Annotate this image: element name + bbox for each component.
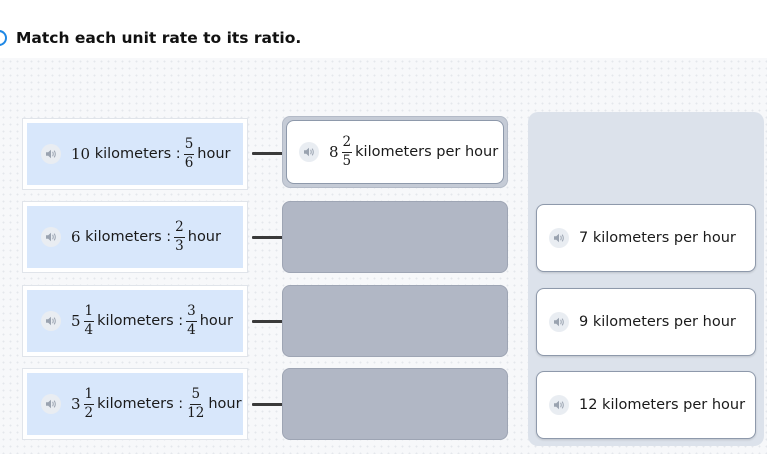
connector-line-3 [252,320,284,323]
answer-label: 12 kilometers per hour [579,397,746,413]
distance-whole: 3 [71,395,81,413]
rate-unit: kilometers per hour [355,144,499,160]
rate-whole: 8 [329,143,339,161]
distance-fraction: 12 [83,387,95,421]
time-denominator: 4 [187,321,196,338]
time-numerator: 5 [183,137,195,155]
ratio-card-1: 10 kilometers : 56 hour [22,118,248,190]
distance-unit: kilometers : [97,396,184,412]
time-numerator: 5 [190,387,202,405]
ratio-card-frame: 5 14 kilometers : 34 hour [22,285,248,357]
distance-numerator: 1 [83,304,95,322]
drop-slot-1[interactable]: 8 25 kilometers per hour [282,116,508,188]
speaker-icon[interactable] [41,227,61,247]
answer-card-12[interactable]: 12 kilometers per hour [536,371,756,439]
time-denominator: 6 [184,154,194,171]
time-numerator: 2 [174,220,185,238]
time-unit: hour [197,146,231,162]
time-fraction: 56 [183,137,195,171]
answer-card-9[interactable]: 9 kilometers per hour [536,288,756,356]
rate-denominator: 5 [342,152,352,169]
time-unit: hour [199,313,233,329]
distance-whole: 6 [71,228,81,246]
ratio-card-frame: 3 12 kilometers : 5 12 hour [22,368,248,440]
distance-unit: kilometers : [85,229,172,245]
matched-answer-card[interactable]: 8 25 kilometers per hour [286,120,504,184]
rate-numerator: 2 [341,135,353,153]
time-unit: hour [208,396,242,412]
speaker-icon[interactable] [41,311,61,331]
time-unit: hour [187,229,221,245]
answer-card-7[interactable]: 7 kilometers per hour [536,204,756,272]
time-fraction: 5 12 [186,387,205,421]
drop-slot-3[interactable] [282,285,508,357]
drop-slot-2[interactable] [282,201,508,273]
prompt-text: Match each unit rate to its ratio. [16,29,302,47]
time-fraction: 34 [186,304,197,338]
speaker-icon[interactable] [41,144,61,164]
connector-line-1 [252,152,284,155]
distance-numerator: 1 [83,387,95,405]
ratio-card-content: 5 14 kilometers : 34 hour [27,290,243,352]
speaker-icon[interactable] [299,142,319,162]
speaker-icon[interactable] [549,312,569,332]
rate-fraction: 25 [341,135,353,169]
connector-line-2 [252,236,284,239]
time-numerator: 3 [186,304,197,322]
answer-label: 7 kilometers per hour [579,230,736,246]
distance-fraction: 14 [83,304,95,338]
distance-unit: kilometers : [94,146,181,162]
distance-whole: 5 [71,312,81,330]
distance-denominator: 4 [84,321,94,338]
drop-slot-4[interactable] [282,368,508,440]
speaker-icon[interactable] [549,228,569,248]
ratio-card-content: 3 12 kilometers : 5 12 hour [27,373,243,435]
speaker-icon[interactable] [549,395,569,415]
ratio-card-4: 3 12 kilometers : 5 12 hour [22,368,248,440]
ratio-card-2: 6 kilometers : 23 hour [22,201,248,273]
answer-label: 9 kilometers per hour [579,314,736,330]
connector-line-4 [252,403,284,406]
ratio-card-frame: 10 kilometers : 56 hour [22,118,248,190]
speaker-icon[interactable] [41,394,61,414]
ratio-card-content: 10 kilometers : 56 hour [27,123,243,185]
distance-whole: 10 [71,145,91,163]
ratio-card-content: 6 kilometers : 23 hour [27,206,243,268]
time-fraction: 23 [174,220,185,254]
time-denominator: 12 [187,404,205,421]
ratio-card-3: 5 14 kilometers : 34 hour [22,285,248,357]
time-denominator: 3 [175,237,184,254]
prompt-audio-icon[interactable] [0,30,7,46]
distance-unit: kilometers : [97,313,184,329]
ratio-card-frame: 6 kilometers : 23 hour [22,201,248,273]
distance-denominator: 2 [84,404,94,421]
